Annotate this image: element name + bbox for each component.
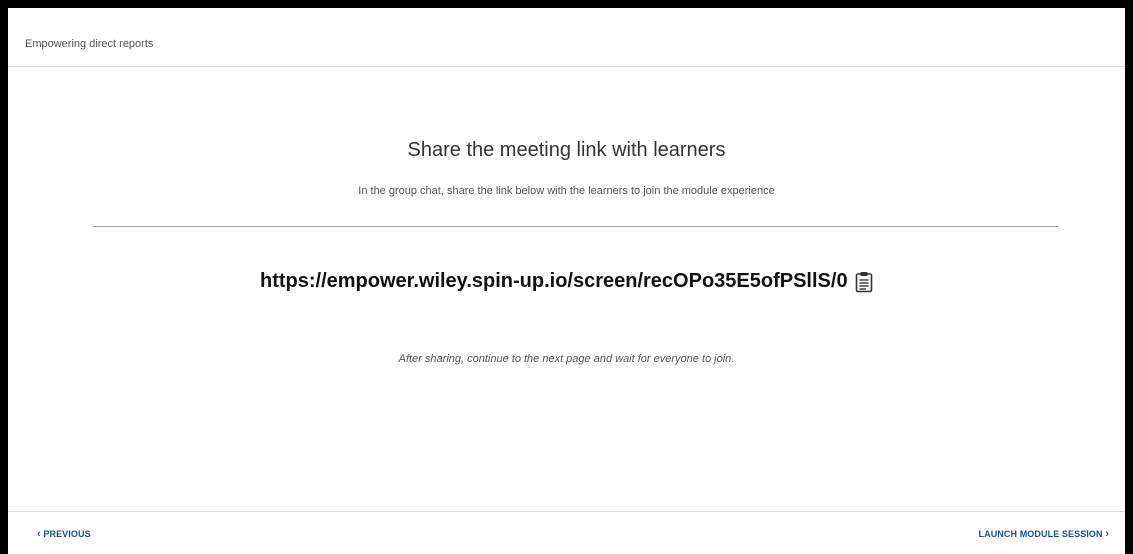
launch-label: LAUNCH MODULE SESSION — [978, 529, 1103, 539]
clipboard-icon[interactable] — [855, 271, 873, 293]
previous-label: PREVIOUS — [43, 529, 91, 539]
page-subtitle: In the group chat, share the link below … — [358, 185, 775, 197]
launch-module-session-button[interactable]: LAUNCH MODULE SESSION › — [979, 528, 1109, 540]
meeting-link-row: https://empower.wiley.spin-up.io/screen/… — [8, 270, 1125, 293]
header: Empowering direct reports — [8, 8, 1125, 67]
chevron-right-icon: › — [1105, 528, 1109, 540]
page-title: Share the meeting link with learners — [407, 139, 726, 161]
instruction-text: After sharing, continue to the next page… — [398, 353, 735, 365]
divider — [93, 226, 1058, 227]
app-frame: Empowering direct reports Share the meet… — [8, 8, 1125, 554]
footer-nav: ‹ PREVIOUS LAUNCH MODULE SESSION › — [8, 511, 1125, 554]
chevron-left-icon: ‹ — [37, 528, 41, 540]
previous-button[interactable]: ‹ PREVIOUS — [37, 528, 91, 540]
meeting-link[interactable]: https://empower.wiley.spin-up.io/screen/… — [260, 270, 848, 292]
course-title: Empowering direct reports — [25, 38, 154, 50]
